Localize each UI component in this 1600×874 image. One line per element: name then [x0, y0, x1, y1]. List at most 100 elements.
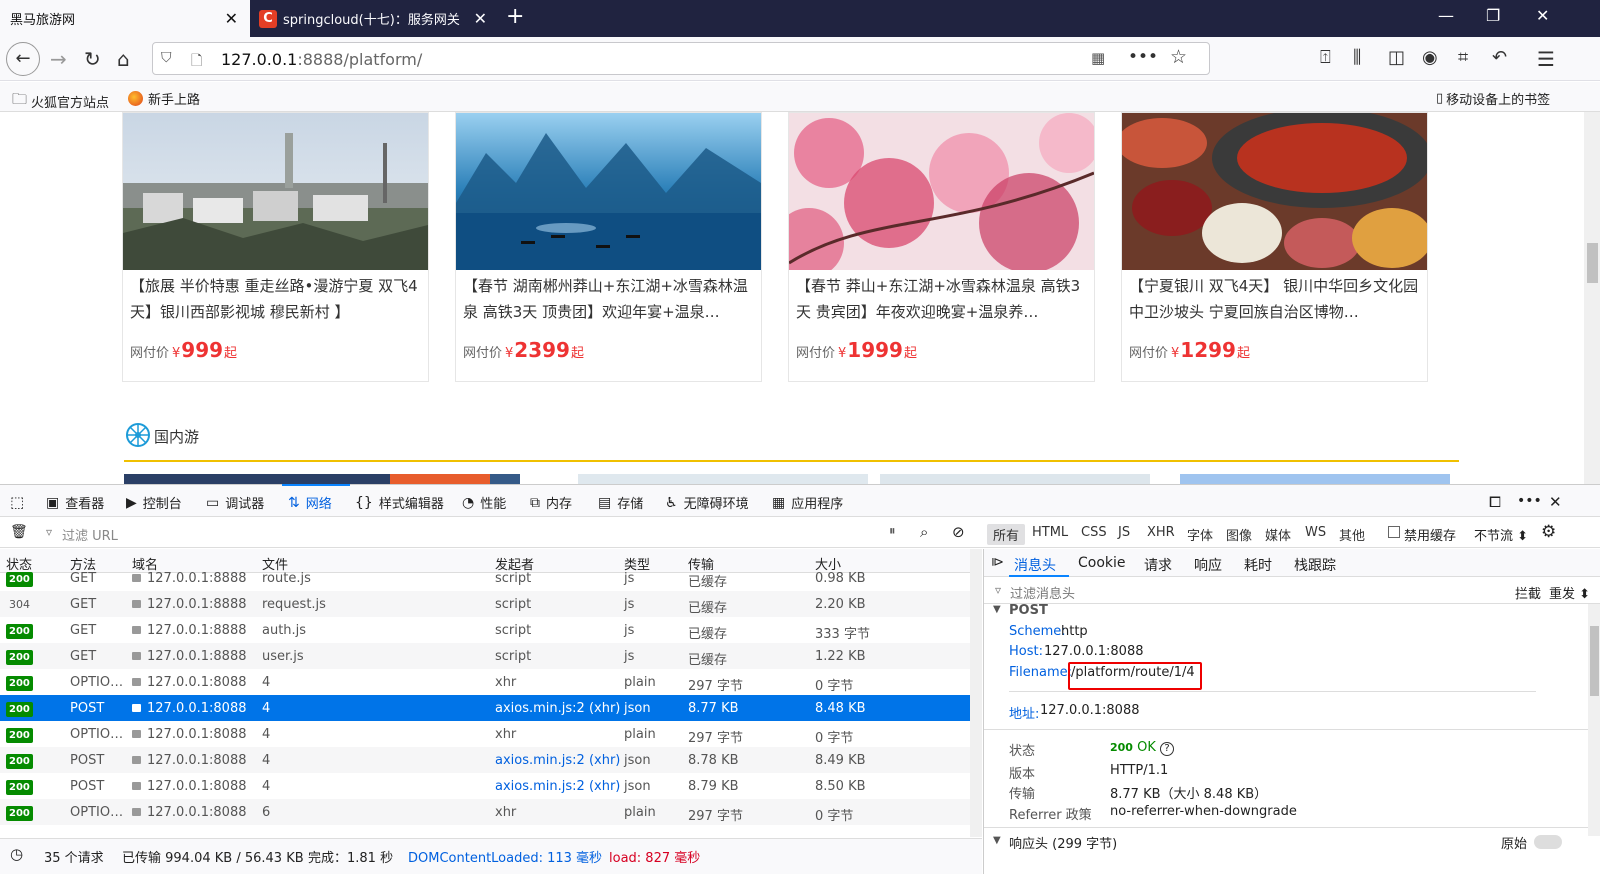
minimize-icon[interactable]: — [1438, 6, 1454, 25]
window-close-icon[interactable]: ✕ [1536, 6, 1549, 25]
pause-icon[interactable]: ⏸ [889, 524, 896, 539]
banner-image[interactable] [1180, 474, 1450, 484]
bookmark-getting-started[interactable]: 新手上路 [128, 89, 200, 108]
new-tab-icon[interactable]: + [506, 4, 524, 29]
filter-ws[interactable]: WS [1305, 525, 1326, 540]
shield-icon[interactable]: ⛉ [161, 50, 172, 66]
product-image[interactable] [123, 113, 428, 270]
back-icon[interactable]: ← [6, 42, 40, 76]
account-icon[interactable]: ◉ [1422, 47, 1438, 68]
request-row[interactable]: 200 POST 127.0.0.1:8088 4 axios.min.js:2 (xh… [0, 773, 970, 799]
tab-inspector[interactable]: ▣ 查看器 [46, 493, 104, 513]
more-icon[interactable]: ••• [1128, 47, 1158, 67]
product-title[interactable]: 【春节 湖南郴州莽山+东江湖+冰雪森林温泉 高铁3天 顶贵团】欢迎年宴+温泉… [463, 273, 755, 327]
settings-gear-icon[interactable]: ⚙ [1541, 522, 1556, 542]
tab-response[interactable]: 响应 [1194, 555, 1222, 575]
product-image[interactable] [1122, 113, 1427, 270]
tab-style-editor[interactable]: {} 样式编辑器 [355, 493, 444, 513]
request-row[interactable]: 304 GET 127.0.0.1:8888 request.js script js 已缓… [0, 591, 970, 617]
page-scrollbar[interactable] [1584, 112, 1600, 484]
tab-heima[interactable]: 黑马旅游网 ✕ [0, 0, 250, 37]
filter-all[interactable]: 所有 [987, 524, 1026, 545]
reading-list-icon[interactable]: ⍐ [1320, 47, 1331, 68]
sidebar-icon[interactable]: ◫ [1388, 47, 1405, 68]
request-row[interactable]: 200 GET 127.0.0.1:8888 route.js script js 已缓存 0… [0, 571, 970, 591]
tab-storage[interactable]: ▤ 存储 [598, 493, 643, 513]
block-button[interactable]: 拦截 [1515, 583, 1541, 602]
product-image[interactable] [456, 113, 761, 270]
tab-cookie[interactable]: Cookie [1078, 555, 1126, 571]
filter-images[interactable]: 图像 [1226, 525, 1252, 544]
undo-icon[interactable]: ↶ [1492, 47, 1507, 68]
mobile-bookmarks[interactable]: ▯ 移动设备上的书签 [1436, 89, 1550, 108]
request-row[interactable]: 200 GET 127.0.0.1:8888 user.js script js 已缓存 1.… [0, 643, 970, 669]
qr-code-icon[interactable]: ▦ [1091, 49, 1105, 67]
raw-toggle-switch[interactable] [1534, 835, 1562, 849]
close-icon[interactable]: ✕ [225, 9, 238, 28]
details-scrollbar-thumb[interactable] [1590, 626, 1599, 696]
tab-request[interactable]: 请求 [1144, 555, 1172, 575]
resend-button[interactable]: 重发 ⬍ [1549, 583, 1590, 602]
tab-debugger[interactable]: ▭ 调试器 [206, 493, 264, 513]
expand-triangle-icon[interactable]: ▼ [993, 835, 1001, 846]
filter-xhr[interactable]: XHR [1147, 525, 1175, 540]
tab-console[interactable]: ▶ 控制台 [126, 493, 182, 513]
forward-icon[interactable]: → [50, 47, 67, 71]
reload-icon[interactable]: ↻ [84, 47, 101, 71]
page-info-icon[interactable]: 🗋 [191, 50, 202, 74]
banner-image[interactable] [880, 474, 1150, 484]
product-image[interactable] [789, 113, 1094, 270]
product-card[interactable]: 【宁夏银川 双飞4天】 银川中华回乡文化园 中卫沙坡头 宁夏回族自治区博物… 网… [1121, 112, 1428, 382]
search-icon[interactable]: ⌕ [920, 523, 928, 541]
bookmark-star-icon[interactable]: ☆ [1170, 46, 1187, 68]
page-scrollbar-thumb[interactable] [1587, 243, 1598, 283]
tab-application[interactable]: ▦ 应用程序 [772, 493, 843, 513]
throttle-select[interactable]: 不节流 ⬍ [1474, 525, 1528, 544]
section-domestic-travel[interactable]: 国内游 [124, 422, 199, 450]
screenshot-icon[interactable]: ⌗ [1458, 47, 1468, 68]
tab-timings[interactable]: 耗时 [1244, 555, 1272, 575]
request-row[interactable]: 200 GET 127.0.0.1:8888 auth.js script js 已缓存 33… [0, 617, 970, 643]
toggle-sidebar-icon[interactable]: ⧐ [991, 555, 1004, 570]
banner-image[interactable] [124, 474, 390, 484]
menu-icon[interactable]: ☰ [1537, 47, 1555, 71]
url-text[interactable]: 127.0.0.1:8888/platform/ [221, 50, 422, 69]
banner-image[interactable] [578, 474, 868, 484]
banner-image[interactable] [490, 474, 520, 484]
filter-html[interactable]: HTML [1032, 525, 1068, 540]
expand-triangle-icon[interactable]: ▼ [993, 604, 1001, 615]
tab-accessibility[interactable]: ♿ 无障碍环境 [665, 493, 749, 513]
trash-icon[interactable]: 🗑 [10, 524, 28, 540]
filter-other[interactable]: 其他 [1339, 525, 1365, 544]
product-card[interactable]: 【春节 莽山+东江湖+冰雪森林温泉 高铁3天 贵宾团】年夜欢迎晚宴+温泉养… 网… [788, 112, 1095, 382]
home-icon[interactable]: ⌂ [117, 47, 130, 71]
devtools-more-icon[interactable]: ••• [1517, 493, 1542, 509]
help-icon[interactable]: ? [1160, 742, 1175, 756]
product-title[interactable]: 【宁夏银川 双飞4天】 银川中华回乡文化园 中卫沙坡头 宁夏回族自治区博物… [1129, 273, 1421, 327]
tab-network[interactable]: ⇅ 网络 [288, 493, 332, 513]
product-card[interactable]: 【春节 湖南郴州莽山+东江湖+冰雪森林温泉 高铁3天 顶贵团】欢迎年宴+温泉… … [455, 112, 762, 382]
response-headers-title[interactable]: 响应头 (299 字节) [1009, 833, 1117, 852]
library-icon[interactable]: ⫼ [1353, 47, 1361, 68]
tab-performance[interactable]: ◔ 性能 [462, 493, 506, 513]
restore-icon[interactable]: ❐ [1486, 6, 1500, 25]
filter-js[interactable]: JS [1118, 525, 1130, 540]
tab-stack-trace[interactable]: 栈跟踪 [1294, 555, 1336, 575]
request-row[interactable]: 200 OPTIO… 127.0.0.1:8088 6 xhr plain 297 字节 0 … [0, 799, 970, 825]
product-title[interactable]: 【春节 莽山+东江湖+冰雪森林温泉 高铁3天 贵宾团】年夜欢迎晚宴+温泉养… [796, 273, 1088, 327]
filter-media[interactable]: 媒体 [1265, 525, 1291, 544]
tab-headers[interactable]: 消息头 [1014, 555, 1056, 575]
close-icon[interactable]: ✕ [474, 9, 487, 28]
element-picker-icon[interactable]: ⬚ [10, 493, 24, 511]
request-row[interactable]: 200 OPTIO… 127.0.0.1:8088 4 xhr plain 297 字节 0 … [0, 669, 970, 695]
devtools-close-icon[interactable]: ✕ [1549, 493, 1562, 511]
filter-url-input[interactable]: 过滤 URL [62, 525, 118, 544]
url-bar[interactable]: ⛉ 🗋 127.0.0.1:8888/platform/ ▦ ••• ☆ [152, 42, 1210, 75]
tab-memory[interactable]: ⧉ 内存 [530, 493, 572, 513]
filter-css[interactable]: CSS [1081, 525, 1107, 540]
request-row[interactable]: 200 POST 127.0.0.1:8088 4 axios.min.js:2 (xh… [0, 747, 970, 773]
product-title[interactable]: 【旅展 半价特惠 重走丝路•漫游宁夏 双飞4天】银川西部影视城 穆民新村 】 [130, 273, 422, 327]
product-card[interactable]: 【旅展 半价特惠 重走丝路•漫游宁夏 双飞4天】银川西部影视城 穆民新村 】 网… [122, 112, 429, 382]
dock-icon[interactable]: ⧠ [1489, 493, 1501, 511]
tab-springcloud[interactable]: C springcloud(十七)：服务网关 ✕ [251, 0, 499, 37]
